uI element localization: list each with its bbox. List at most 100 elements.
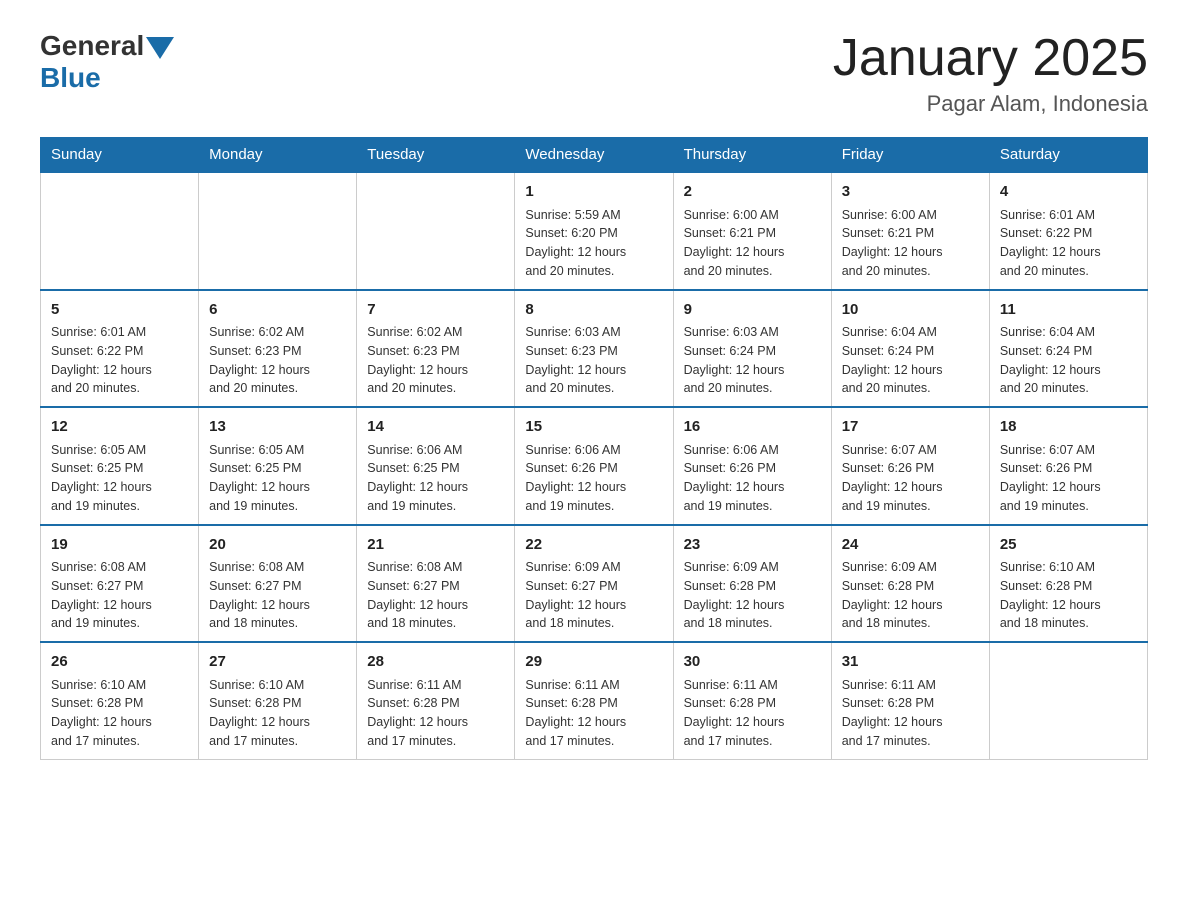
- calendar-cell: 12Sunrise: 6:05 AM Sunset: 6:25 PM Dayli…: [41, 407, 199, 525]
- calendar-cell: 26Sunrise: 6:10 AM Sunset: 6:28 PM Dayli…: [41, 642, 199, 759]
- day-info: Sunrise: 6:01 AM Sunset: 6:22 PM Dayligh…: [1000, 206, 1137, 281]
- calendar-cell: [989, 642, 1147, 759]
- calendar-cell: 15Sunrise: 6:06 AM Sunset: 6:26 PM Dayli…: [515, 407, 673, 525]
- day-number: 1: [525, 181, 662, 204]
- day-number: 29: [525, 651, 662, 674]
- day-info: Sunrise: 6:10 AM Sunset: 6:28 PM Dayligh…: [1000, 558, 1137, 633]
- calendar-cell: 22Sunrise: 6:09 AM Sunset: 6:27 PM Dayli…: [515, 525, 673, 643]
- calendar-cell: 17Sunrise: 6:07 AM Sunset: 6:26 PM Dayli…: [831, 407, 989, 525]
- day-number: 2: [684, 181, 821, 204]
- day-number: 8: [525, 299, 662, 322]
- calendar-cell: 16Sunrise: 6:06 AM Sunset: 6:26 PM Dayli…: [673, 407, 831, 525]
- calendar-cell: 14Sunrise: 6:06 AM Sunset: 6:25 PM Dayli…: [357, 407, 515, 525]
- day-number: 14: [367, 416, 504, 439]
- day-number: 12: [51, 416, 188, 439]
- day-number: 5: [51, 299, 188, 322]
- weekday-header-friday: Friday: [831, 138, 989, 173]
- day-number: 10: [842, 299, 979, 322]
- day-number: 15: [525, 416, 662, 439]
- calendar-cell: 21Sunrise: 6:08 AM Sunset: 6:27 PM Dayli…: [357, 525, 515, 643]
- calendar-table: SundayMondayTuesdayWednesdayThursdayFrid…: [40, 137, 1148, 760]
- day-info: Sunrise: 6:04 AM Sunset: 6:24 PM Dayligh…: [842, 323, 979, 398]
- calendar-week-row: 26Sunrise: 6:10 AM Sunset: 6:28 PM Dayli…: [41, 642, 1148, 759]
- day-info: Sunrise: 6:00 AM Sunset: 6:21 PM Dayligh…: [684, 206, 821, 281]
- calendar-cell: 7Sunrise: 6:02 AM Sunset: 6:23 PM Daylig…: [357, 290, 515, 408]
- day-number: 27: [209, 651, 346, 674]
- calendar-subtitle: Pagar Alam, Indonesia: [833, 91, 1148, 117]
- weekday-header-wednesday: Wednesday: [515, 138, 673, 173]
- day-info: Sunrise: 6:08 AM Sunset: 6:27 PM Dayligh…: [367, 558, 504, 633]
- day-number: 9: [684, 299, 821, 322]
- day-info: Sunrise: 6:09 AM Sunset: 6:27 PM Dayligh…: [525, 558, 662, 633]
- calendar-cell: 18Sunrise: 6:07 AM Sunset: 6:26 PM Dayli…: [989, 407, 1147, 525]
- day-number: 16: [684, 416, 821, 439]
- calendar-week-row: 12Sunrise: 6:05 AM Sunset: 6:25 PM Dayli…: [41, 407, 1148, 525]
- day-info: Sunrise: 6:04 AM Sunset: 6:24 PM Dayligh…: [1000, 323, 1137, 398]
- calendar-week-row: 5Sunrise: 6:01 AM Sunset: 6:22 PM Daylig…: [41, 290, 1148, 408]
- calendar-cell: 30Sunrise: 6:11 AM Sunset: 6:28 PM Dayli…: [673, 642, 831, 759]
- day-number: 17: [842, 416, 979, 439]
- page-header: General Blue January 2025 Pagar Alam, In…: [40, 30, 1148, 117]
- day-info: Sunrise: 6:05 AM Sunset: 6:25 PM Dayligh…: [51, 441, 188, 516]
- logo: General Blue: [40, 30, 174, 94]
- day-number: 13: [209, 416, 346, 439]
- weekday-header-row: SundayMondayTuesdayWednesdayThursdayFrid…: [41, 138, 1148, 173]
- day-number: 4: [1000, 181, 1137, 204]
- day-number: 24: [842, 534, 979, 557]
- weekday-header-monday: Monday: [199, 138, 357, 173]
- calendar-cell: 29Sunrise: 6:11 AM Sunset: 6:28 PM Dayli…: [515, 642, 673, 759]
- calendar-week-row: 1Sunrise: 5:59 AM Sunset: 6:20 PM Daylig…: [41, 172, 1148, 290]
- day-info: Sunrise: 6:06 AM Sunset: 6:26 PM Dayligh…: [684, 441, 821, 516]
- day-info: Sunrise: 6:11 AM Sunset: 6:28 PM Dayligh…: [842, 676, 979, 751]
- calendar-cell: 13Sunrise: 6:05 AM Sunset: 6:25 PM Dayli…: [199, 407, 357, 525]
- calendar-cell: 25Sunrise: 6:10 AM Sunset: 6:28 PM Dayli…: [989, 525, 1147, 643]
- calendar-cell: 31Sunrise: 6:11 AM Sunset: 6:28 PM Dayli…: [831, 642, 989, 759]
- day-info: Sunrise: 6:10 AM Sunset: 6:28 PM Dayligh…: [209, 676, 346, 751]
- day-number: 19: [51, 534, 188, 557]
- calendar-title: January 2025: [833, 30, 1148, 87]
- day-info: Sunrise: 6:08 AM Sunset: 6:27 PM Dayligh…: [209, 558, 346, 633]
- calendar-cell: 20Sunrise: 6:08 AM Sunset: 6:27 PM Dayli…: [199, 525, 357, 643]
- calendar-cell: 8Sunrise: 6:03 AM Sunset: 6:23 PM Daylig…: [515, 290, 673, 408]
- logo-blue-text: Blue: [40, 62, 174, 94]
- day-info: Sunrise: 6:02 AM Sunset: 6:23 PM Dayligh…: [209, 323, 346, 398]
- calendar-cell: 3Sunrise: 6:00 AM Sunset: 6:21 PM Daylig…: [831, 172, 989, 290]
- calendar-cell: 10Sunrise: 6:04 AM Sunset: 6:24 PM Dayli…: [831, 290, 989, 408]
- logo-general-text: General: [40, 30, 144, 62]
- day-info: Sunrise: 6:06 AM Sunset: 6:26 PM Dayligh…: [525, 441, 662, 516]
- calendar-cell: 6Sunrise: 6:02 AM Sunset: 6:23 PM Daylig…: [199, 290, 357, 408]
- weekday-header-thursday: Thursday: [673, 138, 831, 173]
- title-section: January 2025 Pagar Alam, Indonesia: [833, 30, 1148, 117]
- day-info: Sunrise: 6:00 AM Sunset: 6:21 PM Dayligh…: [842, 206, 979, 281]
- day-info: Sunrise: 6:08 AM Sunset: 6:27 PM Dayligh…: [51, 558, 188, 633]
- day-info: Sunrise: 6:07 AM Sunset: 6:26 PM Dayligh…: [1000, 441, 1137, 516]
- day-number: 31: [842, 651, 979, 674]
- day-info: Sunrise: 6:06 AM Sunset: 6:25 PM Dayligh…: [367, 441, 504, 516]
- calendar-cell: 9Sunrise: 6:03 AM Sunset: 6:24 PM Daylig…: [673, 290, 831, 408]
- calendar-cell: 23Sunrise: 6:09 AM Sunset: 6:28 PM Dayli…: [673, 525, 831, 643]
- day-number: 7: [367, 299, 504, 322]
- day-info: Sunrise: 6:09 AM Sunset: 6:28 PM Dayligh…: [684, 558, 821, 633]
- logo-triangle-icon: [146, 37, 174, 59]
- day-info: Sunrise: 5:59 AM Sunset: 6:20 PM Dayligh…: [525, 206, 662, 281]
- day-number: 21: [367, 534, 504, 557]
- day-number: 20: [209, 534, 346, 557]
- day-number: 28: [367, 651, 504, 674]
- calendar-cell: 19Sunrise: 6:08 AM Sunset: 6:27 PM Dayli…: [41, 525, 199, 643]
- calendar-cell: 27Sunrise: 6:10 AM Sunset: 6:28 PM Dayli…: [199, 642, 357, 759]
- day-info: Sunrise: 6:07 AM Sunset: 6:26 PM Dayligh…: [842, 441, 979, 516]
- day-info: Sunrise: 6:03 AM Sunset: 6:24 PM Dayligh…: [684, 323, 821, 398]
- weekday-header-sunday: Sunday: [41, 138, 199, 173]
- calendar-week-row: 19Sunrise: 6:08 AM Sunset: 6:27 PM Dayli…: [41, 525, 1148, 643]
- calendar-cell: [199, 172, 357, 290]
- day-info: Sunrise: 6:09 AM Sunset: 6:28 PM Dayligh…: [842, 558, 979, 633]
- calendar-cell: 11Sunrise: 6:04 AM Sunset: 6:24 PM Dayli…: [989, 290, 1147, 408]
- weekday-header-tuesday: Tuesday: [357, 138, 515, 173]
- day-number: 30: [684, 651, 821, 674]
- calendar-cell: 5Sunrise: 6:01 AM Sunset: 6:22 PM Daylig…: [41, 290, 199, 408]
- calendar-cell: 2Sunrise: 6:00 AM Sunset: 6:21 PM Daylig…: [673, 172, 831, 290]
- calendar-cell: 24Sunrise: 6:09 AM Sunset: 6:28 PM Dayli…: [831, 525, 989, 643]
- calendar-cell: 28Sunrise: 6:11 AM Sunset: 6:28 PM Dayli…: [357, 642, 515, 759]
- day-info: Sunrise: 6:02 AM Sunset: 6:23 PM Dayligh…: [367, 323, 504, 398]
- calendar-cell: [41, 172, 199, 290]
